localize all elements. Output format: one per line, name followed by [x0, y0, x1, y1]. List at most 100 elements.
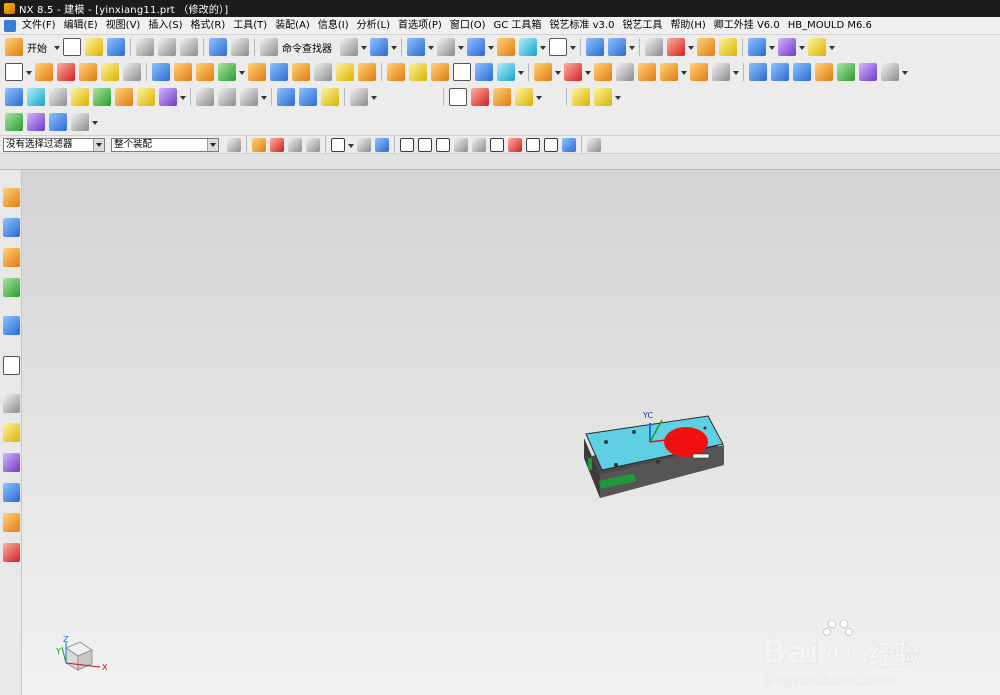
roles-icon[interactable]: [3, 483, 20, 502]
render-style-icon[interactable]: [437, 38, 455, 56]
revolve-icon[interactable]: [57, 63, 75, 81]
start-button[interactable]: 开始: [27, 40, 47, 55]
suppress-feature-icon[interactable]: [115, 88, 133, 106]
n-sided-icon[interactable]: [837, 63, 855, 81]
extract-icon[interactable]: [660, 63, 678, 81]
start-icon[interactable]: [5, 38, 23, 56]
edit-feature-dropdown-icon[interactable]: [180, 88, 186, 106]
extract-dropdown-icon[interactable]: [681, 63, 687, 81]
thicken-icon[interactable]: [690, 63, 708, 81]
thread-dropdown-icon[interactable]: [371, 88, 377, 106]
datum-csys-icon[interactable]: [594, 63, 612, 81]
menu-help[interactable]: 帮助(H): [666, 18, 709, 34]
curve-dropdown-icon[interactable]: [261, 88, 267, 106]
snap-line-icon[interactable]: [544, 137, 558, 152]
clip-section-icon[interactable]: [608, 38, 626, 56]
menu-ruiyi-standard[interactable]: 锐艺标准 v3.0: [545, 18, 618, 34]
system-materials-icon[interactable]: [3, 394, 20, 413]
play-dropdown-icon[interactable]: [769, 38, 775, 56]
palette-icon[interactable]: [3, 543, 20, 562]
perspective-icon[interactable]: [519, 38, 537, 56]
boss-icon[interactable]: [101, 63, 119, 81]
datum-axis-dropdown-icon[interactable]: [585, 63, 591, 81]
analysis-dropdown-icon[interactable]: [688, 38, 694, 56]
redo-icon[interactable]: [231, 38, 249, 56]
chevron-down-icon[interactable]: [207, 138, 218, 151]
cut-icon[interactable]: [136, 38, 154, 56]
point-icon[interactable]: [616, 63, 634, 81]
history-icon[interactable]: [3, 356, 20, 375]
select-body-icon[interactable]: [270, 137, 284, 152]
menu-tools[interactable]: 工具(T): [229, 18, 271, 34]
sew-icon[interactable]: [475, 63, 493, 81]
unsuppress-feature-icon[interactable]: [137, 88, 155, 106]
check-icon[interactable]: [5, 113, 23, 131]
manufacturing-wizard-icon[interactable]: [3, 453, 20, 472]
playback-icon[interactable]: [159, 88, 177, 106]
ruler-dropdown-icon[interactable]: [829, 38, 835, 56]
select-face-icon[interactable]: [288, 137, 302, 152]
curve-line-icon[interactable]: [196, 88, 214, 106]
select-edge-icon[interactable]: [306, 137, 320, 152]
measure-icon[interactable]: [370, 38, 388, 56]
rectangle-select-icon[interactable]: [331, 137, 345, 152]
web-browser-icon[interactable]: [3, 316, 20, 335]
gear-group-icon[interactable]: [515, 88, 533, 106]
snap-intersection-icon[interactable]: [526, 137, 540, 152]
ruler-icon[interactable]: [808, 38, 826, 56]
sphere-icon[interactable]: [321, 88, 339, 106]
part-navigator-icon[interactable]: [3, 248, 20, 267]
edge-blend-icon[interactable]: [248, 63, 266, 81]
menu-insert[interactable]: 插入(S): [144, 18, 186, 34]
snap-tangent-icon[interactable]: [472, 137, 486, 152]
assembly-navigator-icon[interactable]: [3, 188, 20, 207]
edit-parameters-icon[interactable]: [5, 88, 23, 106]
curve-arc-icon[interactable]: [218, 88, 236, 106]
menu-file[interactable]: 文件(F): [18, 18, 60, 34]
reuse-library-icon[interactable]: [3, 278, 20, 297]
layer-icon[interactable]: [497, 38, 515, 56]
surface-more-icon[interactable]: [881, 63, 899, 81]
section-view-icon[interactable]: [586, 38, 604, 56]
play-icon[interactable]: [748, 38, 766, 56]
snap-settings-icon[interactable]: [587, 137, 601, 152]
gc-tool-icon[interactable]: [719, 38, 737, 56]
start-dropdown-icon[interactable]: [54, 38, 60, 56]
cylinder-icon[interactable]: [277, 88, 295, 106]
process-studio-icon[interactable]: [3, 423, 20, 442]
delete-x-icon[interactable]: [340, 38, 358, 56]
triangle-icon[interactable]: [449, 88, 467, 106]
menu-assembly[interactable]: 装配(A): [271, 18, 314, 34]
shell-icon[interactable]: [314, 63, 332, 81]
move-feature-icon[interactable]: [49, 88, 67, 106]
fit-view-icon[interactable]: [407, 38, 425, 56]
menu-edit[interactable]: 编辑(E): [60, 18, 102, 34]
background-icon[interactable]: [549, 38, 567, 56]
render-style-dropdown-icon[interactable]: [458, 38, 464, 56]
assembly-add-icon[interactable]: [572, 88, 590, 106]
new-file-icon[interactable]: [63, 38, 81, 56]
coordinate-dropdown-icon[interactable]: [536, 88, 542, 106]
through-mesh-icon[interactable]: [771, 63, 789, 81]
general-selection-icon[interactable]: [227, 137, 241, 152]
snap-face-icon[interactable]: [562, 137, 576, 152]
reorder-feature-icon[interactable]: [71, 88, 89, 106]
menu-qinggong-plugin[interactable]: 卿工外挂 V6.0: [710, 18, 784, 34]
part-model[interactable]: [584, 415, 724, 498]
delete-dropdown-icon[interactable]: [361, 38, 367, 56]
copy-icon[interactable]: [158, 38, 176, 56]
info-object-icon[interactable]: [645, 38, 663, 56]
constraint-navigator-icon[interactable]: [3, 218, 20, 237]
replace-feature-icon[interactable]: [93, 88, 111, 106]
snap-curve-icon[interactable]: [454, 137, 468, 152]
layout-icon[interactable]: [27, 113, 45, 131]
subtract-icon[interactable]: [174, 63, 192, 81]
assembly-dropdown-icon[interactable]: [615, 88, 621, 106]
extrude-icon[interactable]: [35, 63, 53, 81]
app-menu-icon[interactable]: [4, 19, 16, 32]
menu-gc-toolkit[interactable]: GC 工具箱: [490, 18, 546, 34]
through-curves-icon[interactable]: [749, 63, 767, 81]
delete-face-icon[interactable]: [453, 63, 471, 81]
pocket-icon[interactable]: [123, 63, 141, 81]
chevron-down-icon[interactable]: [93, 138, 104, 151]
